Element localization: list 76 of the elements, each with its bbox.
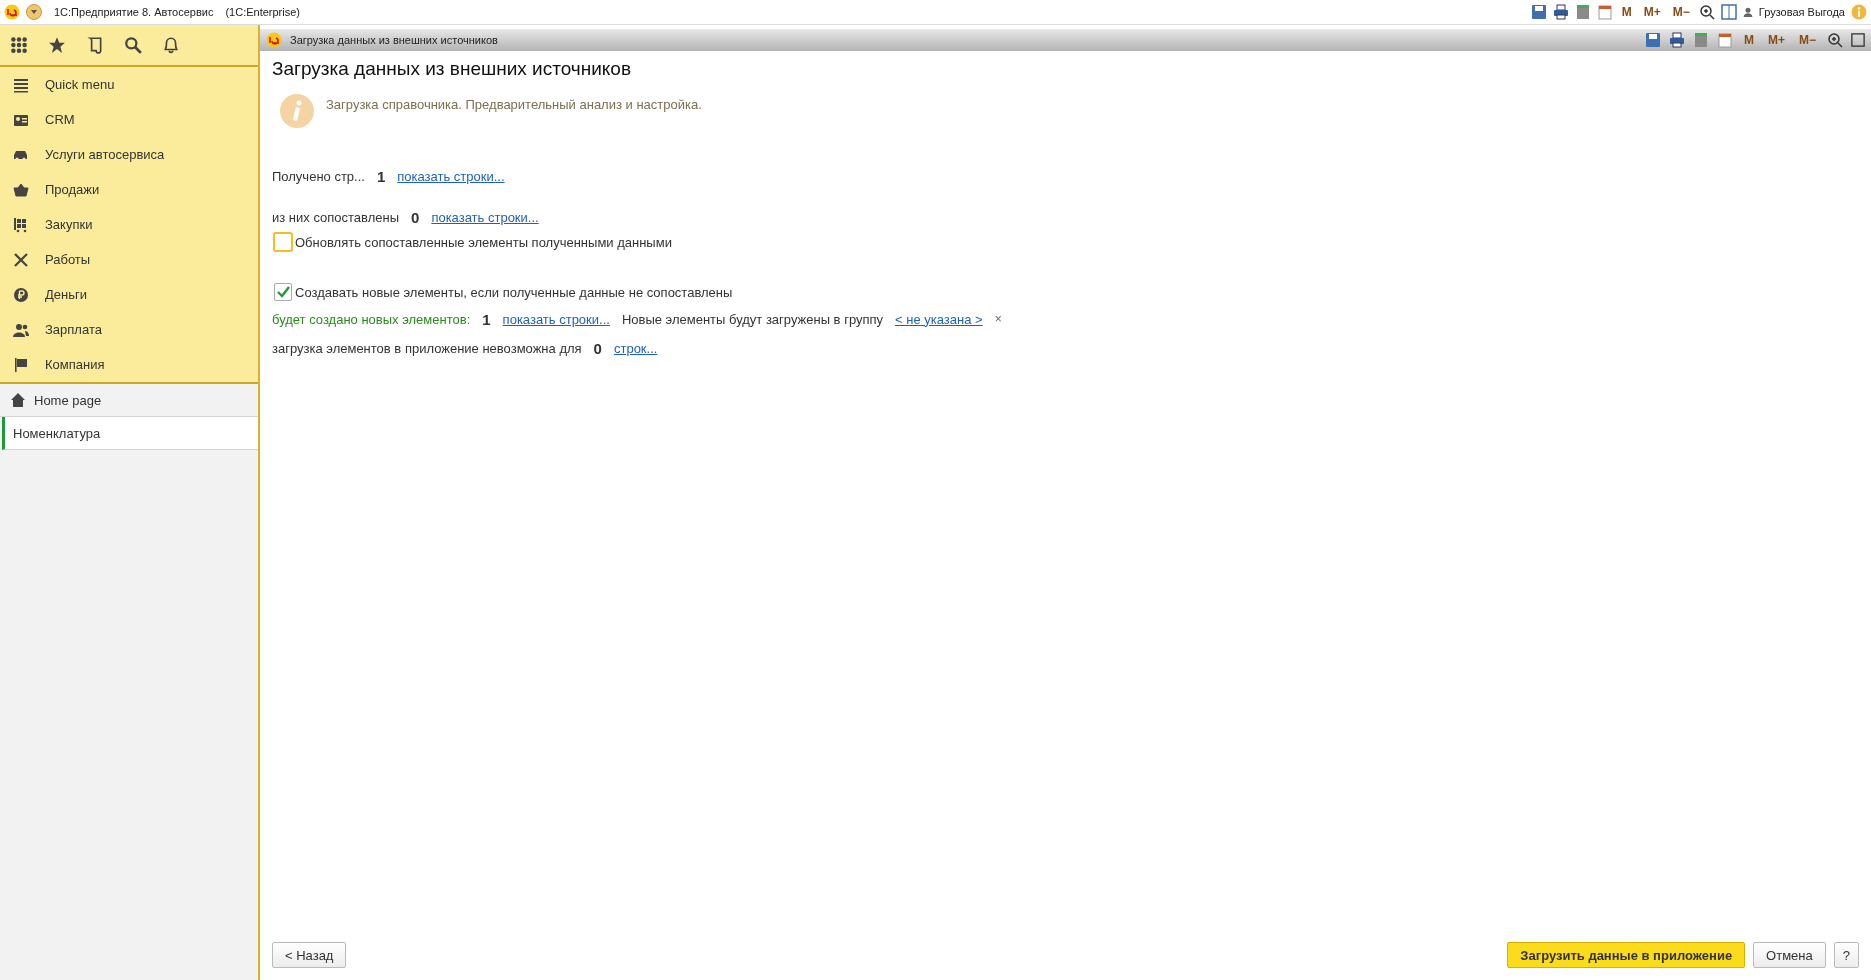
window-title: Загрузка данных из внешних источников — [290, 34, 498, 46]
save-icon — [1530, 4, 1547, 20]
checkbox[interactable] — [274, 233, 292, 251]
apps-grid-icon — [10, 36, 28, 54]
print-icon — [1668, 32, 1685, 48]
flag-icon — [13, 356, 29, 373]
cancel-button[interactable]: Отмена — [1753, 942, 1826, 968]
ruble-coin-icon — [13, 286, 29, 303]
save-icon — [1644, 32, 1661, 48]
impossible-count: 0 — [593, 339, 602, 357]
sidebar-item[interactable]: Работы — [0, 242, 258, 277]
zoom-icon — [1827, 32, 1843, 48]
sidebar-item[interactable]: Компания — [0, 347, 258, 382]
group-link[interactable]: < не указана > — [895, 311, 983, 327]
user-icon — [1742, 7, 1753, 17]
clear-button[interactable]: × — [994, 312, 1002, 326]
memory-button[interactable]: M+ — [1643, 5, 1661, 19]
calendar-icon — [1716, 32, 1733, 48]
memory-button[interactable]: M+ — [1767, 33, 1785, 47]
user-name[interactable]: Грузовая Выгода — [1758, 6, 1845, 18]
checkbox-label: Обновлять сопоставленные элементы полученными данными — [295, 234, 672, 250]
print-icon — [1552, 4, 1569, 20]
matched-label: из них сопоставлены — [272, 209, 400, 225]
new-elements-label: будет создано новых элементов: — [272, 311, 471, 327]
info-icon — [1851, 4, 1867, 20]
people-icon — [13, 321, 29, 338]
checkbox[interactable] — [274, 283, 292, 301]
rows-link[interactable]: строк... — [613, 340, 658, 356]
app-subtitle: (1С:Enterprise) — [225, 6, 300, 18]
matched-count: 0 — [411, 208, 420, 226]
bell-icon — [162, 36, 180, 54]
received-count: 1 — [376, 167, 386, 185]
calculator-icon — [1692, 32, 1709, 48]
show-rows-link[interactable]: показать строки... — [502, 311, 610, 327]
basket-icon — [13, 181, 29, 198]
back-button[interactable]: < Назад — [272, 942, 347, 968]
zoom-icon — [1698, 4, 1715, 20]
sidebar-item[interactable]: Закупки — [0, 207, 258, 242]
menu-icon — [13, 76, 29, 93]
show-rows-link[interactable]: показать строки... — [431, 209, 539, 225]
memory-button[interactable]: M — [1743, 33, 1754, 47]
sidebar-item[interactable]: Зарплата — [0, 312, 258, 347]
new-elements-count: 1 — [482, 310, 491, 328]
home-icon — [10, 392, 26, 408]
form-title: Загрузка данных из внешних источников — [272, 58, 632, 80]
sidebar-item[interactable]: Услуги автосервиса — [0, 137, 258, 172]
received-label: Получено стр... — [272, 168, 365, 184]
info-icon — [280, 94, 314, 128]
memory-button[interactable]: M− — [1799, 33, 1816, 47]
dropdown-icon[interactable] — [26, 4, 42, 20]
panels-icon — [1720, 4, 1737, 20]
memory-button[interactable]: M — [1621, 5, 1632, 19]
calculator-icon — [1574, 4, 1591, 20]
checkbox-row[interactable]: Обновлять сопоставленные элементы полученными данными — [272, 231, 1859, 253]
memory-button[interactable]: M− — [1672, 5, 1690, 19]
logo-icon — [266, 32, 282, 48]
calendar-icon — [1596, 4, 1613, 20]
show-rows-link[interactable]: показать строки... — [397, 168, 505, 184]
group-label: Новые элементы будут загружены в группу — [621, 311, 884, 327]
checkbox-label: Создавать новые элементы, если полученные данные не сопоставлены — [295, 284, 733, 300]
cart-icon — [13, 216, 29, 233]
help-button[interactable]: ? — [1833, 942, 1859, 968]
sidebar-item[interactable]: CRM — [0, 102, 258, 137]
app-title: 1С:Предприятие 8. Автосервис — [54, 6, 214, 18]
checkbox-row[interactable]: Создавать новые элементы, если полученные данные не сопоставлены — [272, 281, 1859, 303]
star-icon — [48, 36, 66, 54]
sidebar-item[interactable]: Деньги — [0, 277, 258, 312]
search-icon — [124, 36, 142, 54]
maximize-icon — [1851, 33, 1865, 47]
info-message: Загрузка справочника. Предварительный анализ и настройка. — [326, 97, 702, 112]
load-data-button[interactable]: Загрузить данные в приложение — [1507, 942, 1746, 968]
sidebar-item[interactable]: Quick menu — [0, 67, 258, 102]
logo-icon — [4, 4, 20, 20]
open-window-item[interactable]: Номенклатура — [2, 417, 258, 450]
sidebar-item[interactable]: Продажи — [0, 172, 258, 207]
impossible-label: загрузка элементов в приложение невозможна для — [272, 340, 582, 356]
